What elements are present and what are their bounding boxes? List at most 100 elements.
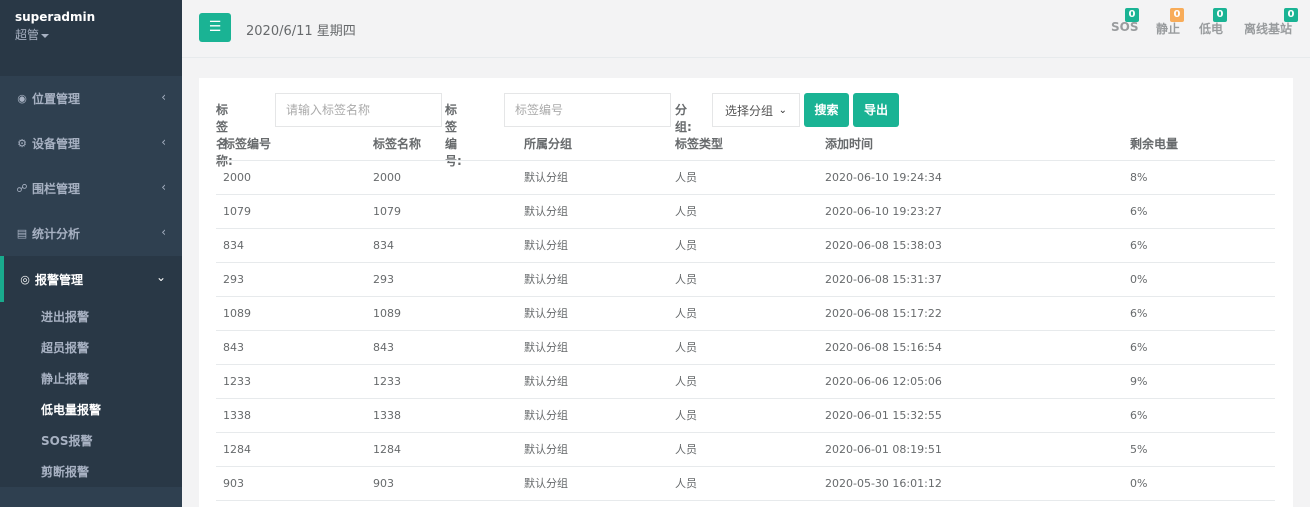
status-sos[interactable]: SOS 0 <box>1111 8 1139 34</box>
cell-battery: 8% <box>1123 160 1275 195</box>
group-select-value: 选择分组 <box>725 103 774 118</box>
group-select[interactable]: 选择分组 ⌄ <box>712 93 800 127</box>
table-row[interactable]: 1079 1079 默认分组 人员 2020-06-10 19:23:27 6% <box>216 194 1275 229</box>
sidebar-item-device[interactable]: ⚙ 设备管理 ‹ <box>0 121 182 166</box>
submenu-item-static[interactable]: 静止报警 <box>0 364 182 395</box>
cell-code: 1338 <box>216 398 366 433</box>
current-date: 2020/6/11 星期四 <box>246 24 356 39</box>
sidebar-item-label: 统计分析 <box>32 227 81 241</box>
sidebar-item-fence[interactable]: ☍ 围栏管理 ‹ <box>0 166 182 211</box>
tag-code-input[interactable] <box>504 93 671 127</box>
cell-name: 293 <box>366 262 517 297</box>
chevron-left-icon: ‹ <box>161 90 166 104</box>
sidebar-item-location[interactable]: ◉ 位置管理 ‹ <box>0 76 182 121</box>
link-icon: ☍ <box>16 182 28 195</box>
topbar: ☰ 2020/6/11 星期四 SOS 0 静止 0 低电 0 离线基站 0 <box>182 0 1310 58</box>
table-row[interactable]: 1089 1089 默认分组 人员 2020-06-08 15:17:22 6% <box>216 296 1275 331</box>
cell-name: 834 <box>366 228 517 263</box>
status-count-badge: 0 <box>1125 8 1139 22</box>
cell-battery: 6% <box>1123 330 1275 365</box>
chevron-left-icon: ‹ <box>161 135 166 149</box>
submenu-item-overcrowd[interactable]: 超员报警 <box>0 333 182 364</box>
map-marker-icon: ◉ <box>17 92 27 105</box>
status-static[interactable]: 静止 0 <box>1156 8 1184 37</box>
cell-code: 2000 <box>216 160 366 195</box>
cell-group: 默认分组 <box>517 398 668 433</box>
cell-type: 人员 <box>668 228 818 263</box>
chevron-left-icon: ‹ <box>161 225 166 239</box>
column-header-type[interactable]: 标签类型 <box>668 128 818 161</box>
cell-type: 人员 <box>668 330 818 365</box>
table-body: 2000 2000 默认分组 人员 2020-06-10 19:24:34 8% 1079 1… <box>216 160 1275 501</box>
sidebar: superadmin 超管 ◉ 位置管理 ‹ ⚙ 设备管理 ‹ ☍ 围栏管理 ‹… <box>0 0 182 507</box>
table-row[interactable]: 903 903 默认分组 人员 2020-05-30 16:01:12 0% <box>216 466 1275 501</box>
cell-added-time: 2020-06-08 15:38:03 <box>818 228 1123 263</box>
table-row[interactable]: 843 843 默认分组 人员 2020-06-08 15:16:54 6% <box>216 330 1275 365</box>
cell-name: 903 <box>366 466 517 501</box>
sidebar-item-label: 位置管理 <box>32 92 81 106</box>
cell-name: 843 <box>366 330 517 365</box>
sidebar-item-statistics[interactable]: ▤ 统计分析 ‹ <box>0 211 182 256</box>
column-header-name[interactable]: 标签名称 <box>366 128 517 161</box>
cell-code: 843 <box>216 330 366 365</box>
tag-name-input[interactable] <box>275 93 442 127</box>
table-row[interactable]: 293 293 默认分组 人员 2020-06-08 15:31:37 0% <box>216 262 1275 297</box>
profile-role-dropdown[interactable]: 超管 <box>15 26 167 44</box>
cell-added-time: 2020-06-10 19:24:34 <box>818 160 1123 195</box>
profile-username: superadmin <box>15 10 96 24</box>
cell-name: 1233 <box>366 364 517 399</box>
cell-added-time: 2020-05-30 16:01:12 <box>818 466 1123 501</box>
table-row[interactable]: 1233 1233 默认分组 人员 2020-06-06 12:05:06 9% <box>216 364 1275 399</box>
submenu-item-low-battery[interactable]: 低电量报警 <box>0 395 182 426</box>
table-row[interactable]: 1284 1284 默认分组 人员 2020-06-01 08:19:51 5% <box>216 432 1275 467</box>
profile[interactable]: superadmin 超管 <box>0 0 182 76</box>
cell-name: 1079 <box>366 194 517 229</box>
cell-type: 人员 <box>668 262 818 297</box>
cell-type: 人员 <box>668 194 818 229</box>
sidebar-item-label: 报警管理 <box>35 272 84 287</box>
sidebar-item-label: 围栏管理 <box>32 182 81 196</box>
column-header-added-time[interactable]: 添加时间 <box>818 128 1123 161</box>
cell-added-time: 2020-06-01 15:32:55 <box>818 398 1123 433</box>
cell-type: 人员 <box>668 364 818 399</box>
sidebar-item-alarm[interactable]: ◎ 报警管理 ⌄ <box>0 256 182 302</box>
bar-chart-icon: ▤ <box>16 227 28 240</box>
table-row[interactable]: 834 834 默认分组 人员 2020-06-08 15:38:03 6% <box>216 228 1275 263</box>
cell-group: 默认分组 <box>517 364 668 399</box>
column-header-code[interactable]: 标签编号 <box>216 128 366 161</box>
cell-group: 默认分组 <box>517 330 668 365</box>
cell-type: 人员 <box>668 296 818 331</box>
export-button[interactable]: 导出 <box>853 93 899 127</box>
cell-added-time: 2020-06-01 08:19:51 <box>818 432 1123 467</box>
submenu-item-sos[interactable]: SOS报警 <box>0 426 182 457</box>
status-count-badge: 0 <box>1213 8 1227 22</box>
cell-code: 1233 <box>216 364 366 399</box>
status-low-battery[interactable]: 低电 0 <box>1199 8 1227 37</box>
caret-down-icon <box>41 33 50 38</box>
column-header-battery[interactable]: 剩余电量 <box>1123 128 1275 161</box>
submenu-item-inout[interactable]: 进出报警 <box>0 302 182 333</box>
cell-group: 默认分组 <box>517 194 668 229</box>
status-offline-station[interactable]: 离线基站 0 <box>1244 8 1298 37</box>
search-button[interactable]: 搜索 <box>804 93 849 127</box>
cell-group: 默认分组 <box>517 432 668 467</box>
cell-battery: 0% <box>1123 262 1275 297</box>
eye-icon: ◎ <box>20 272 30 286</box>
column-header-group[interactable]: 所属分组 <box>517 128 668 161</box>
cell-code: 834 <box>216 228 366 263</box>
table-row[interactable]: 1338 1338 默认分组 人员 2020-06-01 15:32:55 6% <box>216 398 1275 433</box>
table-header-row: 标签编号 标签名称 所属分组 标签类型 添加时间 剩余电量 <box>216 128 1275 161</box>
cell-type: 人员 <box>668 160 818 195</box>
cell-battery: 6% <box>1123 398 1275 433</box>
cell-battery: 6% <box>1123 228 1275 263</box>
chevron-left-icon: ‹ <box>161 180 166 194</box>
status-label: 离线基站 <box>1244 22 1293 36</box>
submenu-item-cut[interactable]: 剪断报警 <box>0 457 182 488</box>
table-row[interactable]: 2000 2000 默认分组 人员 2020-06-10 19:24:34 8% <box>216 160 1275 195</box>
cell-name: 1089 <box>366 296 517 331</box>
cell-battery: 9% <box>1123 364 1275 399</box>
cell-added-time: 2020-06-08 15:17:22 <box>818 296 1123 331</box>
status-label: SOS <box>1111 20 1139 34</box>
menu-toggle-button[interactable]: ☰ <box>199 13 231 42</box>
cell-battery: 6% <box>1123 194 1275 229</box>
